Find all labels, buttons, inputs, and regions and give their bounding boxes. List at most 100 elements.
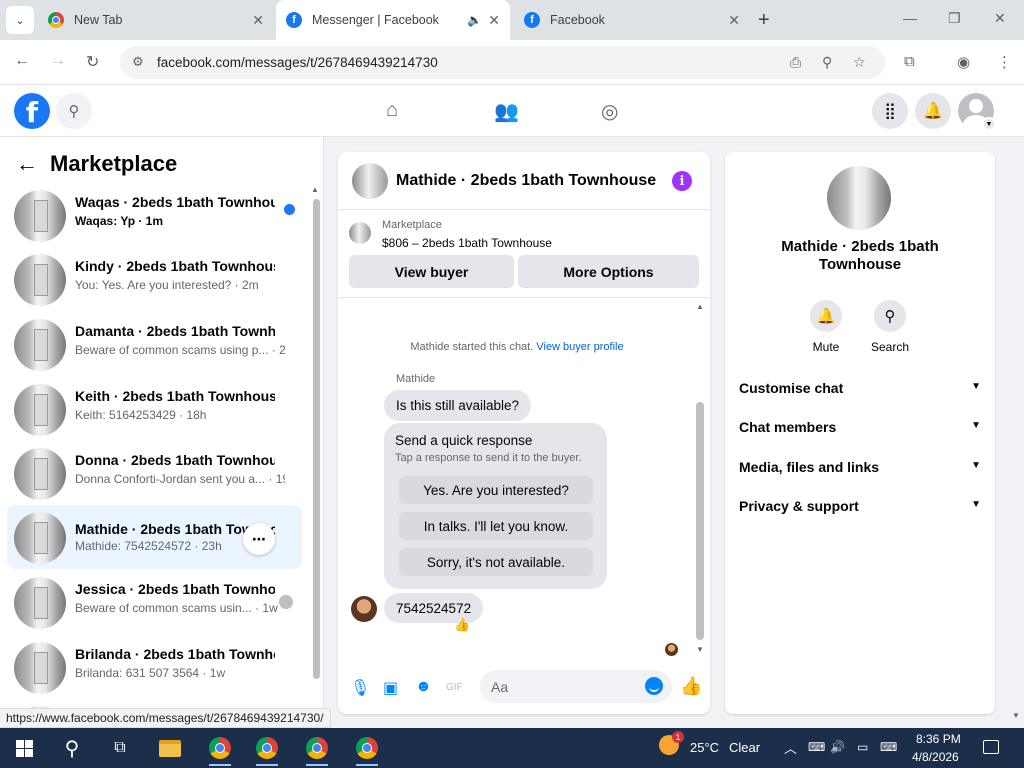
conversation-item[interactable]: Brilanda · 2beds 1bath Townhouse Briland…: [7, 636, 302, 698]
chevron-up-icon[interactable]: ︿: [784, 738, 797, 757]
close-window-icon[interactable]: ✕: [994, 10, 1006, 27]
task-view-icon[interactable]: ⧉: [108, 736, 132, 760]
chat-members-section[interactable]: Chat members ▼: [739, 419, 983, 439]
back-arrow-icon[interactable]: ←: [16, 151, 38, 177]
thumbs-up-reaction-icon[interactable]: 👍: [454, 617, 470, 633]
tab-facebook[interactable]: f Facebook ✕: [514, 0, 750, 40]
meet-icon[interactable]: ⌨: [808, 740, 825, 754]
bookmark-star-icon[interactable]: ☆: [853, 54, 866, 71]
scroll-down-arrow-icon[interactable]: ▼: [696, 645, 704, 654]
messages-scrollbar[interactable]: [696, 402, 704, 640]
clock-date[interactable]: 4/8/2026: [912, 750, 959, 764]
bell-icon[interactable]: 🔔: [810, 300, 842, 332]
quick-reply-button[interactable]: In talks. I'll let you know.: [399, 512, 593, 540]
conversation-item[interactable]: Waqas · 2beds 1bath Townhou... Waqas: Yp…: [7, 184, 302, 246]
menu-grid-icon[interactable]: ⣿: [872, 93, 908, 129]
customise-chat-section[interactable]: Customise chat ▼: [739, 380, 983, 400]
listing-avatar[interactable]: [827, 166, 891, 230]
search-icon[interactable]: ⚲: [60, 736, 84, 760]
weather-condition-text[interactable]: Clear: [729, 740, 760, 755]
scroll-up-arrow-icon[interactable]: ▲: [311, 185, 319, 194]
search-icon[interactable]: ⚲: [874, 300, 906, 332]
page-scroll-down-arrow-icon[interactable]: ▼: [1012, 711, 1020, 720]
like-icon[interactable]: 👍: [680, 676, 702, 697]
info-icon[interactable]: i: [672, 171, 692, 191]
scroll-up-arrow-icon[interactable]: ▲: [696, 302, 704, 311]
notification-center-icon[interactable]: [983, 740, 999, 754]
conversation-item[interactable]: Kindy · 2beds 1bath Townhouse You: Yes. …: [7, 248, 302, 310]
more-options-button[interactable]: More Options: [518, 255, 699, 288]
gif-icon[interactable]: GIF: [446, 682, 463, 693]
extensions-icon[interactable]: ⧉: [904, 53, 915, 70]
groups-icon[interactable]: ◎: [601, 99, 618, 124]
quick-reply-button[interactable]: Yes. Are you interested?: [399, 476, 593, 504]
minimize-icon[interactable]: —: [903, 10, 917, 26]
speaker-icon[interactable]: 🔈: [467, 13, 482, 27]
conversation-item-active[interactable]: Mathide · 2beds 1bath Townhouse Mathide:…: [7, 505, 302, 569]
close-tab-icon[interactable]: ✕: [488, 12, 500, 29]
facebook-icon: f: [524, 12, 540, 28]
close-tab-icon[interactable]: ✕: [252, 12, 264, 29]
divider: [338, 297, 710, 298]
tab-messenger[interactable]: f Messenger | Facebook 🔈 ✕: [276, 0, 510, 40]
close-tab-icon[interactable]: ✕: [728, 12, 740, 29]
media-files-links-section[interactable]: Media, files and links ▼: [739, 459, 983, 479]
search-icon[interactable]: ⚲: [56, 93, 92, 129]
chrome-profile-taskbar-icon[interactable]: [302, 736, 332, 766]
zoom-icon[interactable]: ⚲: [822, 54, 832, 71]
more-options-icon[interactable]: ⋯: [243, 523, 275, 555]
clock-time[interactable]: 8:36 PM: [916, 732, 961, 746]
conversation-name: Donna · 2beds 1bath Townhouse: [75, 452, 275, 468]
microphone-icon[interactable]: 🎙: [350, 678, 370, 698]
message-bubble[interactable]: Is this still available?: [384, 390, 532, 421]
app-taskbar-icon[interactable]: [252, 736, 282, 766]
reload-icon[interactable]: ↻: [86, 52, 99, 72]
conversation-item[interactable]: Donna · 2beds 1bath Townhouse Donna Conf…: [7, 442, 302, 504]
address-bar[interactable]: ⚙ facebook.com/messages/t/26784694392147…: [120, 46, 885, 79]
windows-start-icon[interactable]: [16, 740, 33, 757]
sidebar-scrollbar[interactable]: [313, 199, 320, 679]
chrome-menu-icon[interactable]: ⋮: [997, 53, 1012, 71]
back-icon[interactable]: ←: [14, 52, 30, 70]
volume-icon[interactable]: 🔊: [830, 740, 845, 754]
chat-title[interactable]: Mathide · 2beds 1bath Townhouse: [396, 172, 656, 190]
profile-icon[interactable]: ◉: [957, 53, 970, 71]
site-info-icon[interactable]: ⚙: [132, 54, 144, 70]
chrome-taskbar-icon[interactable]: [205, 736, 235, 766]
account-caret-icon[interactable]: ▼: [982, 117, 996, 131]
quick-reply-button[interactable]: Sorry, it's not available.: [399, 548, 593, 576]
chat-avatar[interactable]: [352, 163, 388, 199]
restore-icon[interactable]: ❐: [948, 10, 961, 27]
friends-icon[interactable]: 👥: [494, 99, 519, 124]
view-buyer-profile-link[interactable]: View buyer profile: [536, 341, 623, 353]
conversation-item[interactable]: Damanta · 2beds 1bath Townho... Beware o…: [7, 313, 302, 375]
photo-icon[interactable]: ▣: [383, 678, 398, 698]
emoji-icon[interactable]: [645, 677, 663, 695]
buyer-avatar[interactable]: [351, 596, 377, 622]
privacy-support-section[interactable]: Privacy & support ▼: [739, 498, 983, 518]
facebook-logo[interactable]: f: [14, 93, 50, 129]
tab-new-tab[interactable]: New Tab ✕: [38, 0, 274, 40]
search-action[interactable]: ⚲ Search: [860, 300, 920, 354]
mute-action[interactable]: 🔔 Mute: [796, 300, 856, 354]
new-tab-button[interactable]: +: [758, 9, 770, 32]
install-app-icon[interactable]: ⎙: [790, 54, 801, 71]
sticker-icon[interactable]: ☻: [415, 678, 432, 696]
home-icon[interactable]: ⌂: [386, 99, 398, 122]
notifications-bell-icon[interactable]: 🔔: [915, 93, 951, 129]
keyboard-icon[interactable]: ⌨: [880, 740, 897, 754]
conversation-item[interactable]: Jessica · 2beds 1bath Townho... Beware o…: [7, 571, 302, 633]
message-input[interactable]: Aa: [480, 670, 672, 703]
file-explorer-icon[interactable]: [158, 736, 182, 760]
conversation-name: Damanta · 2beds 1bath Townho...: [75, 323, 275, 339]
quick-response-title: Send a quick response: [395, 433, 533, 448]
chrome-profile-2-taskbar-icon[interactable]: [352, 736, 382, 766]
network-icon[interactable]: ▭: [857, 740, 868, 754]
tab-search-button[interactable]: ⌄: [6, 6, 34, 34]
weather-badge: 1: [672, 731, 684, 743]
temperature-text[interactable]: 25°C: [690, 740, 719, 755]
conversation-item[interactable]: Keith · 2beds 1bath Townhouse Keith: 516…: [7, 378, 302, 440]
url-text[interactable]: facebook.com/messages/t/2678469439214730: [157, 55, 438, 70]
view-buyer-button[interactable]: View buyer: [349, 255, 514, 288]
forward-icon[interactable]: →: [50, 52, 66, 70]
